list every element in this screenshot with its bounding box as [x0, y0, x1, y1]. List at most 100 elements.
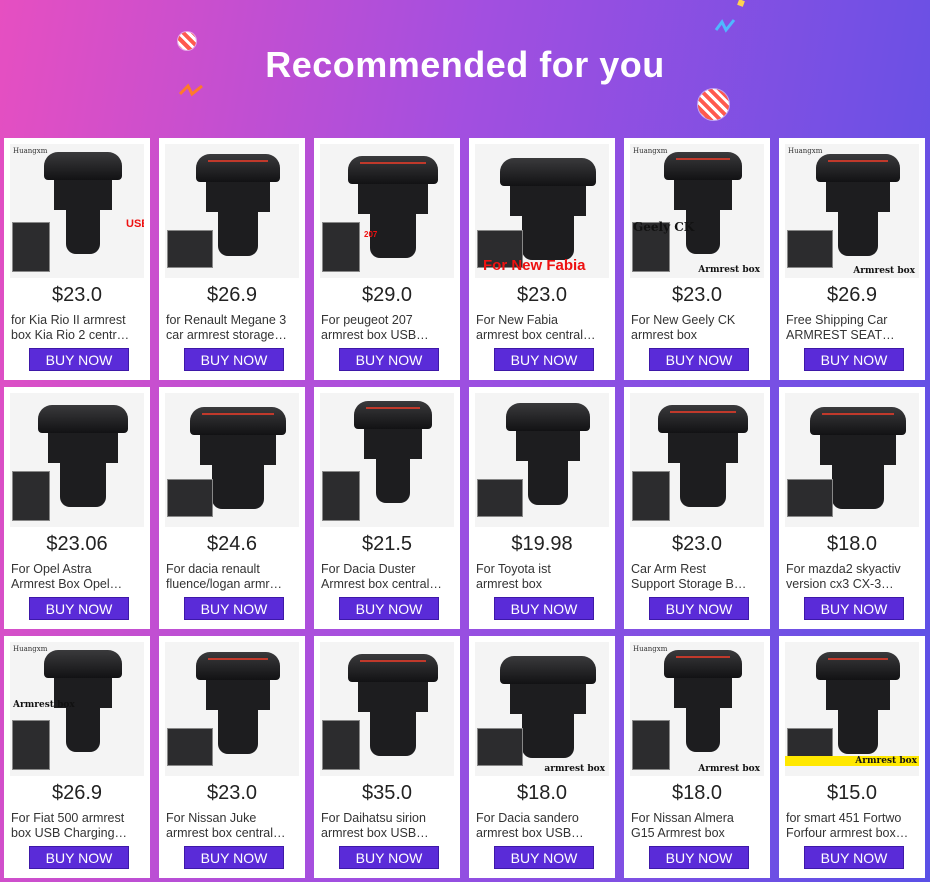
- product-title[interactable]: for Renault Megane 3 car armrest storage…: [166, 313, 294, 343]
- buy-now-button[interactable]: BUY NOW: [494, 597, 594, 620]
- product-title[interactable]: For Daihatsu sirion armrest box USB…: [321, 811, 449, 841]
- buy-now-button[interactable]: BUY NOW: [339, 846, 439, 869]
- product-price: $23.0: [671, 533, 723, 555]
- buy-now-button[interactable]: BUY NOW: [649, 348, 749, 371]
- buy-now-button[interactable]: BUY NOW: [339, 348, 439, 371]
- product-card[interactable]: $23.0 Car Arm Rest Support Storage B… BUY N…: [624, 387, 770, 629]
- buy-now-button[interactable]: BUY NOW: [804, 846, 904, 869]
- product-price: $18.0: [826, 533, 878, 555]
- product-title-line: For Fiat 500 armrest: [11, 811, 125, 825]
- product-title-line: For dacia renault: [166, 562, 260, 576]
- product-title[interactable]: For Dacia Duster Armrest box central…: [321, 562, 449, 592]
- product-title[interactable]: For dacia renault fluence/logan armr…: [166, 562, 294, 592]
- buy-now-button[interactable]: BUY NOW: [29, 348, 129, 371]
- product-title[interactable]: For Nissan Juke armrest box central…: [166, 811, 294, 841]
- product-card[interactable]: $26.9 for Renault Megane 3 car armrest sto…: [159, 138, 305, 380]
- product-card[interactable]: Huangxm Armrest box $18.0 For Nissan Almera…: [624, 636, 770, 878]
- product-image[interactable]: For New Fabia: [475, 144, 609, 278]
- product-title-line: For Dacia Duster: [321, 562, 416, 576]
- buy-now-button[interactable]: BUY NOW: [29, 597, 129, 620]
- product-card[interactable]: $24.6 For dacia renault fluence/logan armr…: [159, 387, 305, 629]
- product-image[interactable]: armrest box: [475, 642, 609, 776]
- product-image[interactable]: Huangxm USB: [10, 144, 144, 278]
- product-title-line: For Dacia sandero: [476, 811, 579, 825]
- product-image[interactable]: [165, 642, 299, 776]
- product-card[interactable]: $23.0 For Nissan Juke armrest box central……: [159, 636, 305, 878]
- product-title-line: version cx3 CX-3…: [786, 577, 894, 591]
- product-title-line: for Kia Rio II armrest: [11, 313, 126, 327]
- product-card[interactable]: Huangxm USB $23.0 for Kia Rio II armrestbox…: [4, 138, 150, 380]
- product-price: $24.6: [206, 533, 258, 555]
- product-card[interactable]: Huangxm Armrest box $26.9 Free Shipping Car…: [779, 138, 925, 380]
- product-title[interactable]: For New Geely CK armrest box: [631, 313, 759, 343]
- product-title[interactable]: for smart 451 Fortwo Forfour armrest box…: [786, 811, 914, 841]
- product-image[interactable]: Huangxm Geely CK Armrest box: [630, 144, 764, 278]
- product-image[interactable]: [320, 642, 454, 776]
- striped-ball-decoration: [698, 89, 729, 120]
- product-title-line: For Toyota ist: [476, 562, 551, 576]
- buy-now-button[interactable]: BUY NOW: [184, 597, 284, 620]
- product-image[interactable]: Huangxm Armrest box: [630, 642, 764, 776]
- product-image[interactable]: Huangxm Armrest box: [10, 642, 144, 776]
- product-card[interactable]: 207 $29.0 For peugeot 207 armrest box USB… B…: [314, 138, 460, 380]
- product-image[interactable]: [165, 144, 299, 278]
- buy-now-button[interactable]: BUY NOW: [804, 348, 904, 371]
- product-title-line: Car Arm Rest: [631, 562, 707, 576]
- product-title-line: Forfour armrest box…: [786, 826, 909, 840]
- buy-now-button[interactable]: BUY NOW: [494, 846, 594, 869]
- buy-now-button[interactable]: BUY NOW: [184, 846, 284, 869]
- product-card[interactable]: Huangxm Armrest box $26.9 For Fiat 500 armr…: [4, 636, 150, 878]
- product-card[interactable]: $35.0 For Daihatsu sirion armrest box USB……: [314, 636, 460, 878]
- product-card[interactable]: $21.5 For Dacia Duster Armrest box central…: [314, 387, 460, 629]
- product-title[interactable]: for Kia Rio II armrest box Kia Rio 2 cent…: [11, 313, 139, 343]
- product-card[interactable]: For New Fabia $23.0 For New Fabia armrest b…: [469, 138, 615, 380]
- product-title[interactable]: For Fiat 500 armrest box USB Charging…: [11, 811, 139, 841]
- product-title-line: for Renault Megane 3: [166, 313, 287, 327]
- product-title[interactable]: For Dacia sandero armrest box USB…: [476, 811, 604, 841]
- buy-now-button[interactable]: BUY NOW: [184, 348, 284, 371]
- product-title[interactable]: For New Fabia armrest box central…: [476, 313, 604, 343]
- brand-watermark: Huangxm: [13, 147, 48, 155]
- product-title-line: For New Fabia: [476, 313, 558, 327]
- product-image[interactable]: 207: [320, 144, 454, 278]
- product-title[interactable]: For Nissan Almera G15 Armrest box: [631, 811, 759, 841]
- product-title[interactable]: For peugeot 207 armrest box USB…: [321, 313, 449, 343]
- product-image[interactable]: [10, 393, 144, 527]
- product-title-line: For Opel Astra: [11, 562, 92, 576]
- product-price: $19.98: [511, 533, 573, 555]
- product-price: $15.0: [826, 782, 878, 804]
- buy-now-button[interactable]: BUY NOW: [339, 597, 439, 620]
- product-card[interactable]: $18.0 For mazda2 skyactiv version cx3 CX-3…: [779, 387, 925, 629]
- product-title[interactable]: For Toyota ist armrest box: [476, 562, 604, 592]
- product-title-line: car armrest storage…: [166, 328, 287, 342]
- product-title-line: For New Geely CK: [631, 313, 736, 327]
- product-image[interactable]: Armrest box: [785, 642, 919, 776]
- product-title-line: Armrest Box Opel…: [11, 577, 123, 591]
- buy-now-button[interactable]: BUY NOW: [649, 597, 749, 620]
- product-title[interactable]: For mazda2 skyactiv version cx3 CX-3…: [786, 562, 914, 592]
- buy-now-button[interactable]: BUY NOW: [649, 846, 749, 869]
- product-image[interactable]: [165, 393, 299, 527]
- product-title[interactable]: Free Shipping Car ARMREST SEAT…: [786, 313, 914, 343]
- product-card[interactable]: Armrest box $15.0 for smart 451 Fortwo Forf…: [779, 636, 925, 878]
- product-title[interactable]: For Opel Astra Armrest Box Opel…: [11, 562, 139, 592]
- buy-now-button[interactable]: BUY NOW: [494, 348, 594, 371]
- product-card[interactable]: $19.98 For Toyota ist armrest box BUY NOW: [469, 387, 615, 629]
- product-image[interactable]: [475, 393, 609, 527]
- buy-now-button[interactable]: BUY NOW: [804, 597, 904, 620]
- product-title-line: armrest box USB…: [321, 328, 429, 342]
- brand-watermark: Huangxm: [633, 147, 668, 155]
- product-image[interactable]: [785, 393, 919, 527]
- product-card[interactable]: Huangxm Geely CK Armrest box $23.0 For New G…: [624, 138, 770, 380]
- product-price: $23.06: [46, 533, 108, 555]
- product-title[interactable]: Car Arm Rest Support Storage B…: [631, 562, 759, 592]
- product-title-line: box Kia Rio 2 centr…: [11, 328, 130, 342]
- product-image[interactable]: Huangxm Armrest box: [785, 144, 919, 278]
- product-title-line: ARMREST SEAT…: [786, 328, 895, 342]
- buy-now-button[interactable]: BUY NOW: [29, 846, 129, 869]
- product-card[interactable]: armrest box $18.0 For Dacia sandero armrest…: [469, 636, 615, 878]
- product-title-line: For mazda2 skyactiv: [786, 562, 901, 576]
- product-card[interactable]: $23.06 For Opel Astra Armrest Box Opel… BUY…: [4, 387, 150, 629]
- product-image[interactable]: [320, 393, 454, 527]
- product-image[interactable]: [630, 393, 764, 527]
